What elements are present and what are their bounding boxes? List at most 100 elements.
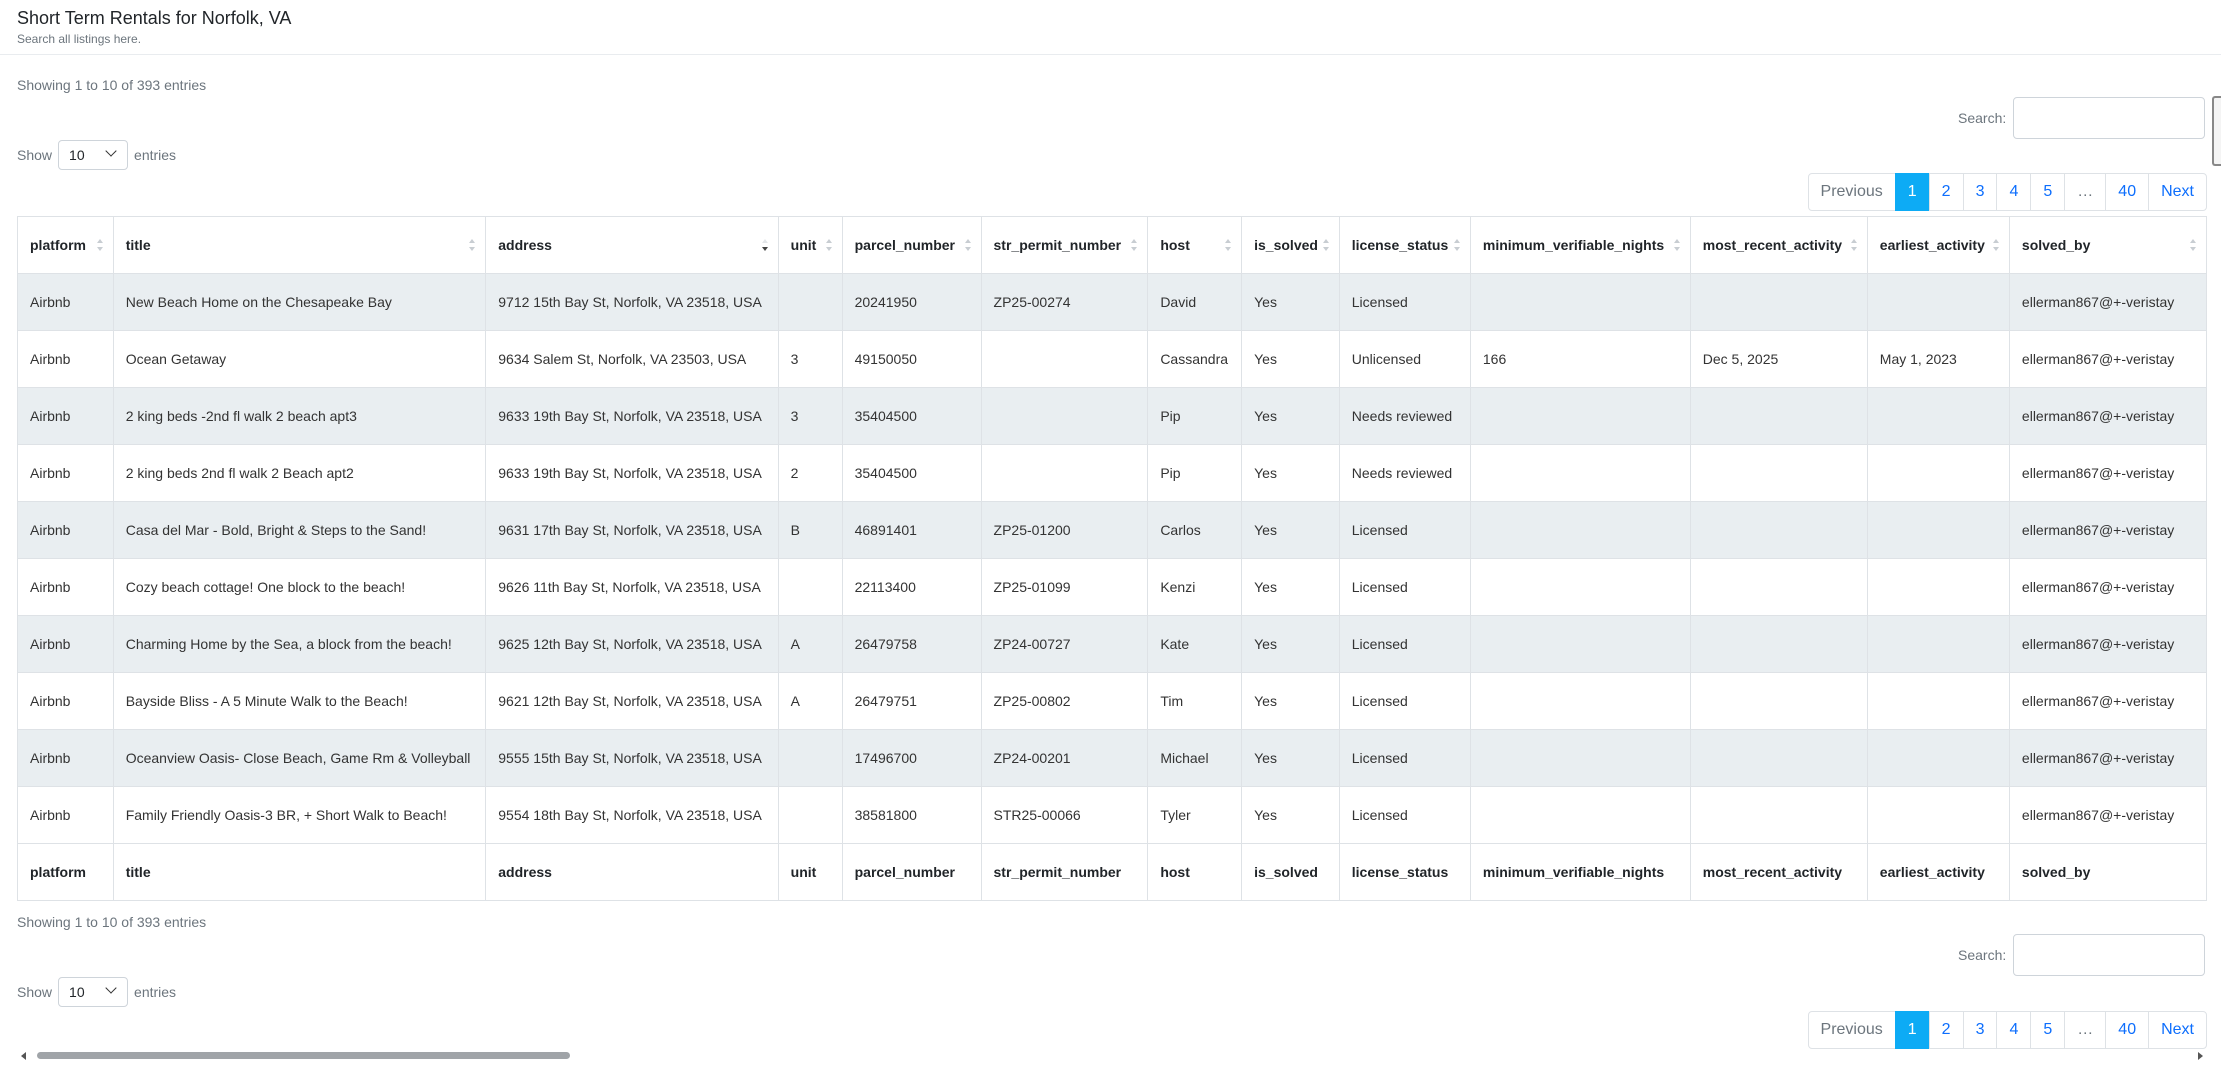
table-info-top: Showing 1 to 10 of 393 entries [17, 77, 207, 93]
cell-most-recent-activity [1689, 729, 1868, 787]
column-header-label: unit [790, 237, 817, 253]
column-footer-host: host [1147, 843, 1243, 901]
pagination-page-last[interactable]: 40 [2105, 1011, 2150, 1049]
pagination-page-5[interactable]: 5 [2030, 1011, 2066, 1049]
cell-license-status: Unlicensed [1338, 330, 1471, 388]
sort-icon [2190, 239, 2196, 253]
table-row[interactable]: Airbnb Charming Home by the Sea, a block … [17, 615, 2207, 673]
scroll-left-arrow-icon[interactable] [21, 1052, 26, 1060]
sort-icon [825, 239, 832, 253]
column-header-license-status[interactable]: license_status [1338, 216, 1471, 274]
cell-str-permit-number: ZP24-00727 [980, 615, 1149, 673]
scrollbar-thumb[interactable] [37, 1052, 570, 1059]
column-header-unit[interactable]: unit [777, 216, 843, 274]
pagination-page-4[interactable]: 4 [1996, 1011, 2032, 1049]
horizontal-scrollbar[interactable] [17, 1048, 2207, 1064]
cell-str-permit-number: ZP25-00802 [980, 672, 1149, 730]
cell-platform: Airbnb [17, 558, 114, 616]
pagination-page-2[interactable]: 2 [1928, 1011, 1964, 1049]
cell-minimum-verifiable-nights [1469, 387, 1691, 445]
table-row[interactable]: Airbnb Family Friendly Oasis-3 BR, + Shor… [17, 786, 2207, 844]
listings-table: platform title address unit parcel_number str… [17, 216, 2207, 901]
cell-platform: Airbnb [17, 501, 114, 559]
cell-solved-by: ellerman867@+-veristay [2008, 615, 2207, 673]
column-header-title[interactable]: title [112, 216, 487, 274]
column-header-minimum-verifiable-nights[interactable]: minimum_verifiable_nights [1469, 216, 1691, 274]
pagination-page-4[interactable]: 4 [1996, 173, 2032, 211]
column-header-host[interactable]: host [1147, 216, 1243, 274]
table-footer-row: platform title address unit parcel_number str… [17, 843, 2207, 901]
pagination-top: Previous 1 2 3 4 5 … 40 Next [1807, 173, 2207, 211]
page-length-select-bottom[interactable]: 10 [58, 977, 129, 1007]
cell-host: Tyler [1147, 786, 1243, 844]
table-row[interactable]: Airbnb Ocean Getaway 9634 Salem St, Norfol… [17, 330, 2207, 388]
pagination-page-1[interactable]: 1 [1894, 1011, 1930, 1049]
cell-minimum-verifiable-nights: 166 [1469, 330, 1691, 388]
cell-unit: A [777, 672, 843, 730]
pagination-ellipsis: … [2064, 173, 2107, 211]
cell-host: Kate [1147, 615, 1243, 673]
column-header-str-permit-number[interactable]: str_permit_number [980, 216, 1149, 274]
cell-parcel-number: 35404500 [841, 444, 982, 502]
cell-unit [777, 558, 843, 616]
cell-earliest-activity [1866, 501, 2010, 559]
table-row[interactable]: Airbnb 2 king beds 2nd fl walk 2 Beach ap… [17, 444, 2207, 502]
pagination-page-5[interactable]: 5 [2030, 173, 2066, 211]
column-header-address[interactable]: address [485, 216, 779, 274]
pagination-next[interactable]: Next [2148, 1011, 2207, 1049]
table-row[interactable]: Airbnb Cozy beach cottage! One block to t… [17, 558, 2207, 616]
cell-license-status: Licensed [1338, 501, 1471, 559]
cell-minimum-verifiable-nights [1469, 786, 1691, 844]
sort-icon [1322, 239, 1329, 253]
search-input-bottom[interactable] [2013, 934, 2205, 976]
table-row[interactable]: Airbnb Oceanview Oasis- Close Beach, Game… [17, 729, 2207, 787]
scroll-right-arrow-icon[interactable] [2198, 1052, 2203, 1060]
cell-solved-by: ellerman867@+-veristay [2008, 672, 2207, 730]
table-row[interactable]: Airbnb New Beach Home on the Chesapeake B… [17, 273, 2207, 331]
cell-license-status: Licensed [1338, 672, 1471, 730]
table-row[interactable]: Airbnb 2 king beds -2nd fl walk 2 beach a… [17, 387, 2207, 445]
column-header-label: most_recent_activity [1702, 237, 1843, 253]
cell-solved-by: ellerman867@+-veristay [2008, 330, 2207, 388]
table-row[interactable]: Airbnb Bayside Bliss - A 5 Minute Walk to… [17, 672, 2207, 730]
cell-title: Charming Home by the Sea, a block from t… [112, 615, 487, 673]
column-header-parcel-number[interactable]: parcel_number [841, 216, 982, 274]
cell-solved-by: ellerman867@+-veristay [2008, 273, 2207, 331]
pagination-previous[interactable]: Previous [1807, 1011, 1896, 1049]
pagination-page-3[interactable]: 3 [1962, 1011, 1998, 1049]
length-entries-label: entries [134, 147, 177, 163]
cell-most-recent-activity [1689, 387, 1868, 445]
column-header-platform[interactable]: platform [17, 216, 114, 274]
column-footer-platform: platform [17, 843, 114, 901]
cell-most-recent-activity: Dec 5, 2025 [1689, 330, 1868, 388]
cell-address: 9712 15th Bay St, Norfolk, VA 23518, USA [485, 273, 779, 331]
cell-solved-by: ellerman867@+-veristay [2008, 501, 2207, 559]
cell-address: 9633 19th Bay St, Norfolk, VA 23518, USA [485, 387, 779, 445]
cell-earliest-activity [1866, 273, 2010, 331]
column-footer-most-recent-activity: most_recent_activity [1689, 843, 1868, 901]
column-header-most-recent-activity[interactable]: most_recent_activity [1689, 216, 1868, 274]
pagination-page-1[interactable]: 1 [1894, 173, 1930, 211]
pagination-page-2[interactable]: 2 [1928, 173, 1964, 211]
cell-title: Ocean Getaway [112, 330, 487, 388]
side-handle[interactable] [2212, 96, 2221, 166]
cell-most-recent-activity [1689, 444, 1868, 502]
column-header-solved-by[interactable]: solved_by [2008, 216, 2207, 274]
page-length-select-top[interactable]: 10 [58, 140, 129, 170]
pagination-previous[interactable]: Previous [1807, 173, 1896, 211]
pagination-next[interactable]: Next [2148, 173, 2207, 211]
search-input-top[interactable] [2013, 97, 2205, 139]
cell-earliest-activity [1866, 387, 2010, 445]
cell-parcel-number: 49150050 [841, 330, 982, 388]
pagination-page-last[interactable]: 40 [2105, 173, 2150, 211]
cell-address: 9555 15th Bay St, Norfolk, VA 23518, USA [485, 729, 779, 787]
cell-is-solved: Yes [1241, 729, 1340, 787]
column-header-earliest-activity[interactable]: earliest_activity [1866, 216, 2010, 274]
length-show-label: Show [17, 147, 53, 163]
cell-solved-by: ellerman867@+-veristay [2008, 786, 2207, 844]
pagination-page-3[interactable]: 3 [1962, 173, 1998, 211]
column-header-is-solved[interactable]: is_solved [1241, 216, 1340, 274]
table-row[interactable]: Airbnb Casa del Mar - Bold, Bright & Step… [17, 501, 2207, 559]
cell-parcel-number: 22113400 [841, 558, 982, 616]
cell-parcel-number: 20241950 [841, 273, 982, 331]
